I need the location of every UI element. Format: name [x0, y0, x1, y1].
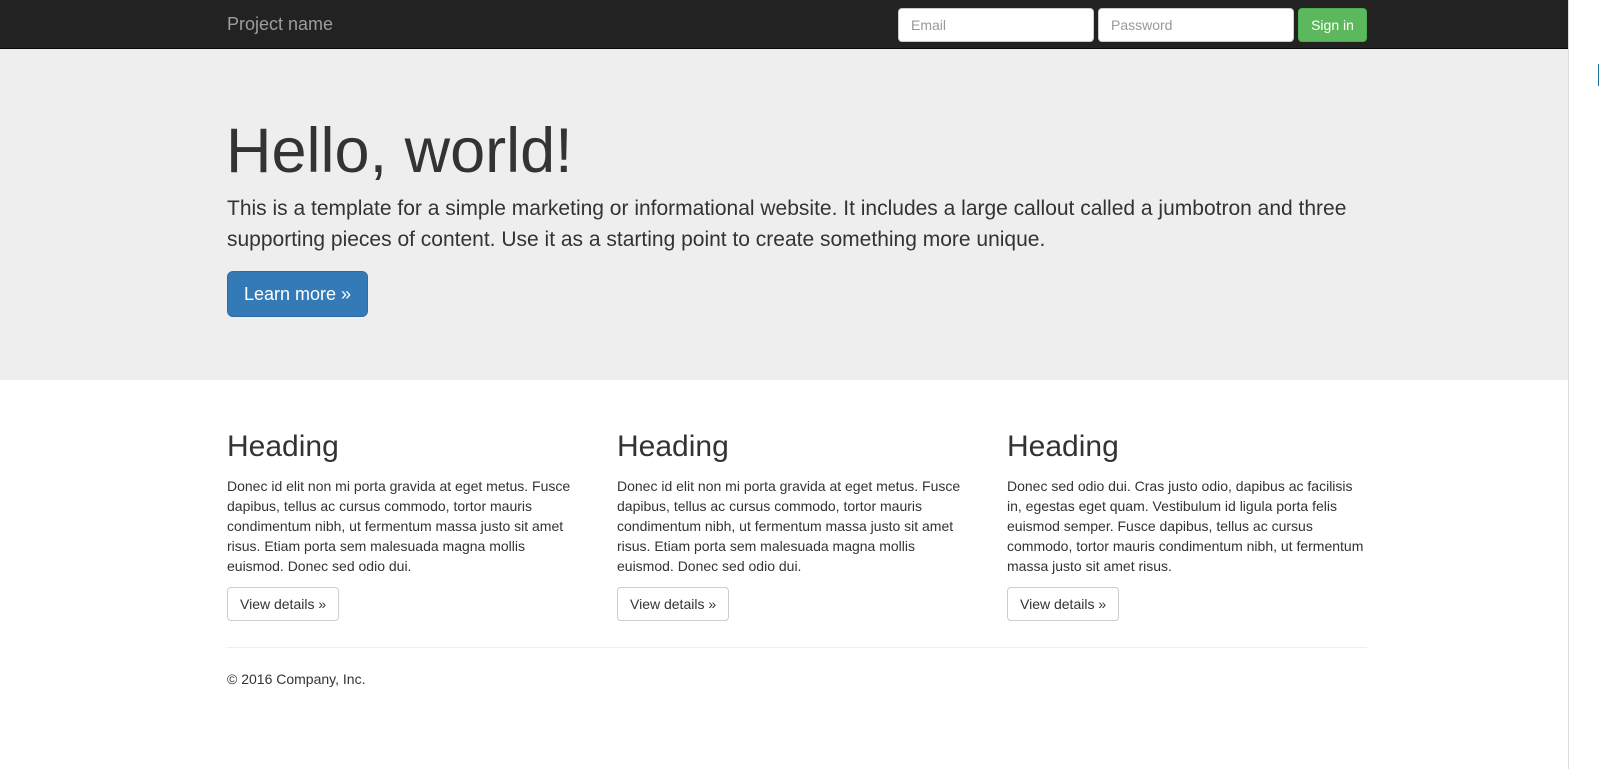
footer-copyright: © 2016 Company, Inc.	[227, 671, 366, 687]
jumbotron-title: Hello, world!	[226, 116, 573, 186]
content-column-3: Heading Donec sed odio dui. Cras justo o…	[1007, 430, 1365, 621]
jumbotron-text: This is a template for a simple marketin…	[227, 197, 1347, 251]
column-heading: Heading	[227, 430, 339, 463]
content-column-1: Heading Donec id elit non mi porta gravi…	[227, 430, 585, 621]
jumbotron: Hello, world! This is a template for a s…	[0, 49, 1568, 380]
view-details-button-3[interactable]: View details »	[1007, 587, 1120, 621]
content-column-2: Heading Donec id elit non mi porta gravi…	[617, 430, 975, 621]
view-details-button-2[interactable]: View details »	[617, 587, 730, 621]
view-details-button-1[interactable]: View details »	[227, 587, 340, 621]
password-input[interactable]	[1098, 8, 1294, 42]
learn-more-button[interactable]: Learn more »	[227, 271, 368, 317]
brand-link[interactable]: Project name	[227, 13, 333, 35]
footer-divider	[227, 647, 1367, 648]
column-heading: Heading	[617, 430, 729, 463]
page: Project name Sign in Hello, world! This …	[0, 0, 1599, 769]
navbar: Project name Sign in	[0, 0, 1568, 49]
email-input[interactable]	[898, 8, 1094, 42]
column-text: Donec id elit non mi porta gravida at eg…	[617, 478, 961, 574]
signin-button[interactable]: Sign in	[1298, 8, 1367, 42]
page-scrollbar[interactable]	[1568, 0, 1599, 769]
column-text: Donec id elit non mi porta gravida at eg…	[227, 478, 571, 574]
column-text: Donec sed odio dui. Cras justo odio, dap…	[1007, 478, 1364, 574]
column-heading: Heading	[1007, 430, 1119, 463]
